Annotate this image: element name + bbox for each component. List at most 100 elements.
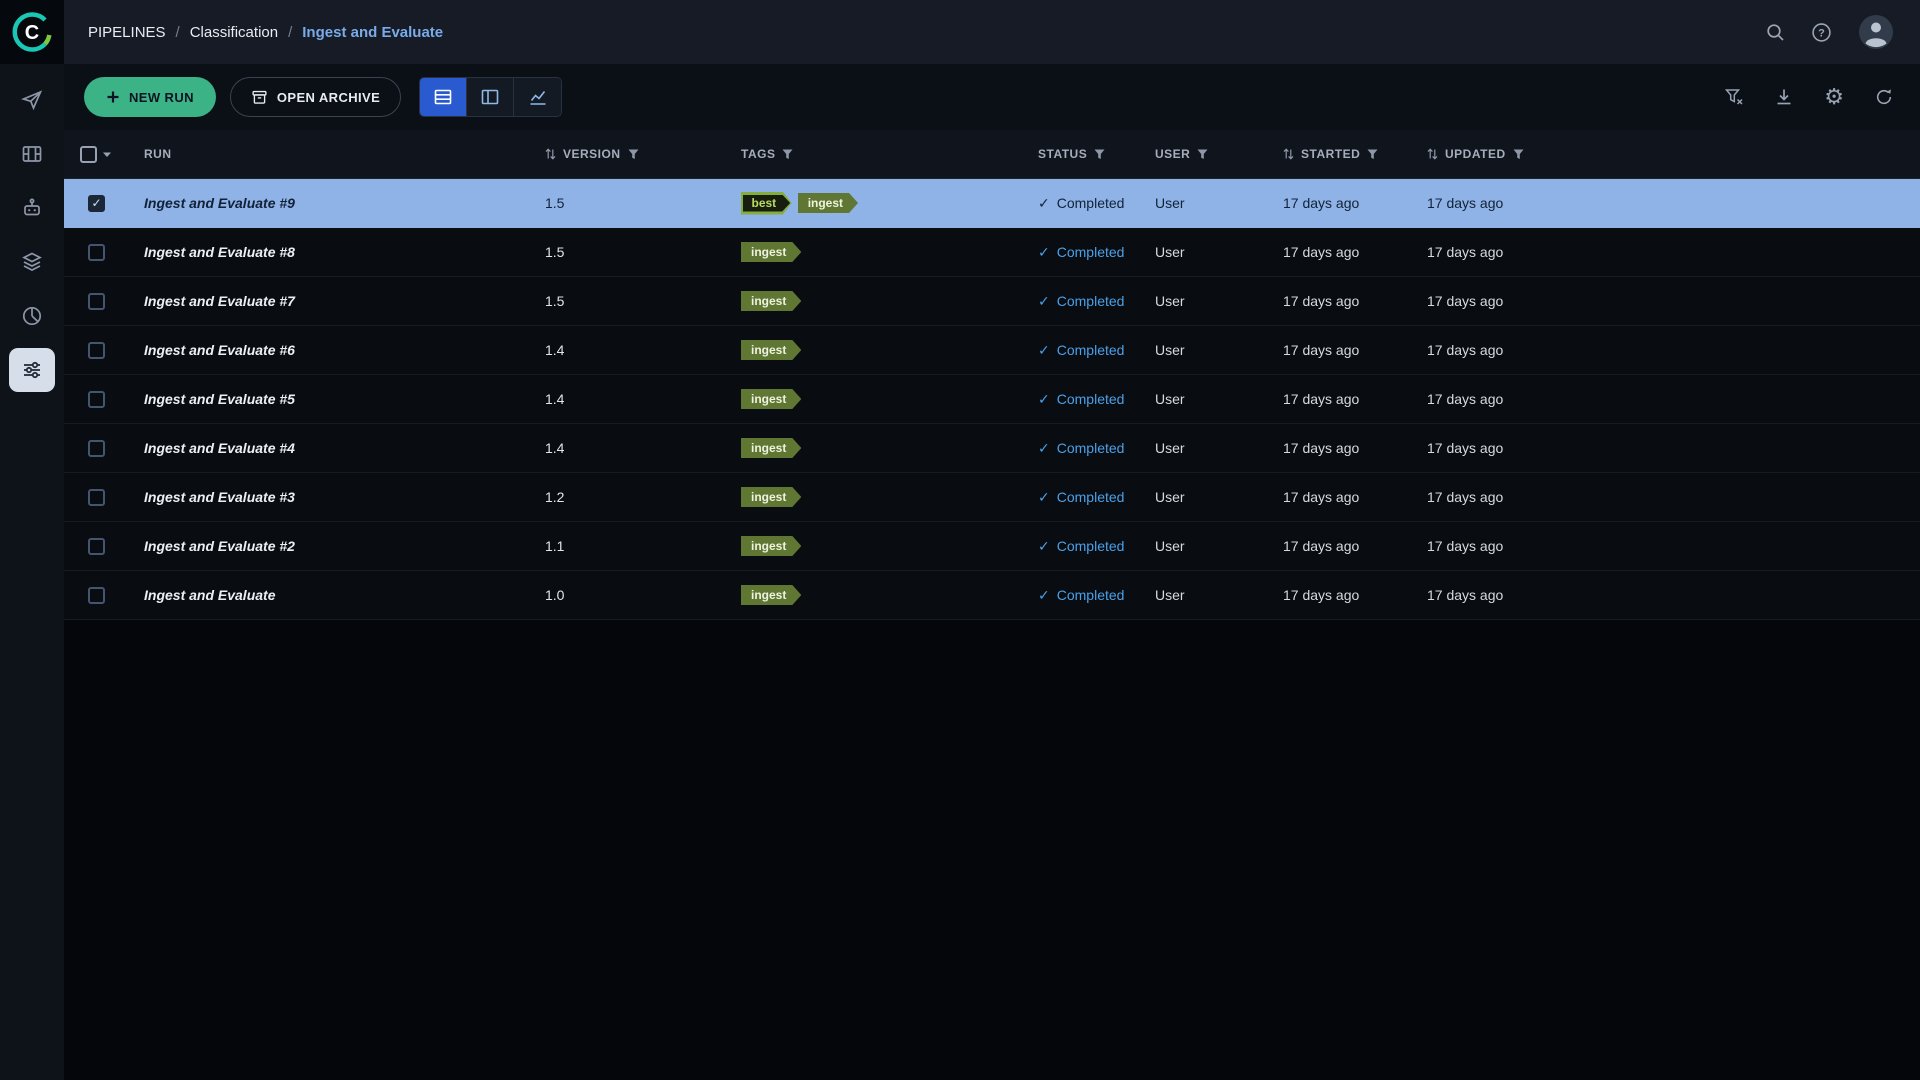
column-header-started[interactable]: STARTED (1283, 147, 1427, 161)
sidebar-item-reports[interactable] (9, 294, 55, 338)
clear-filters-button[interactable] (1724, 87, 1744, 107)
toolbar: NEW RUN OPEN ARCHIVE (64, 64, 1920, 130)
run-name-link[interactable]: Ingest and Evaluate (144, 587, 275, 603)
run-name-cell: Ingest and Evaluate (128, 587, 545, 603)
filter-icon[interactable] (782, 149, 793, 160)
tag-ingest: ingest (798, 193, 858, 213)
breadcrumb-pipelines[interactable]: PIPELINES (88, 24, 166, 41)
tag-ingest: ingest (741, 438, 801, 458)
tag-ingest: ingest (741, 242, 801, 262)
run-name-link[interactable]: Ingest and Evaluate #2 (144, 538, 295, 554)
new-run-button[interactable]: NEW RUN (84, 77, 216, 117)
run-name-link[interactable]: Ingest and Evaluate #3 (144, 489, 295, 505)
search-button[interactable] (1765, 22, 1785, 42)
row-checkbox[interactable] (88, 293, 105, 310)
row-checkbox[interactable] (88, 391, 105, 408)
checkbox-menu-caret-icon[interactable] (102, 151, 112, 158)
sidebar-item-datasets[interactable] (9, 132, 55, 176)
tag-best: best (741, 192, 792, 215)
filter-icon[interactable] (1367, 149, 1378, 160)
workers-icon (20, 196, 44, 220)
plus-icon (106, 90, 120, 104)
breadcrumb-project[interactable]: Classification (190, 24, 278, 41)
detail-view-button[interactable] (467, 78, 514, 116)
run-user: User (1155, 489, 1283, 505)
table-row[interactable]: Ingest and Evaluate #3 1.2 ingest ✓ Comp… (64, 473, 1920, 522)
tag-ingest: ingest (741, 340, 801, 360)
row-checkbox[interactable] (88, 195, 105, 212)
run-name-link[interactable]: Ingest and Evaluate #6 (144, 342, 295, 358)
row-checkbox-cell (64, 195, 128, 212)
sidebar-item-models[interactable] (9, 240, 55, 284)
filter-icon[interactable] (1197, 149, 1208, 160)
column-header-updated[interactable]: UPDATED (1427, 147, 1920, 161)
settings-button[interactable]: ⚙ (1824, 86, 1844, 108)
run-user: User (1155, 391, 1283, 407)
sidebar-item-pipelines[interactable] (9, 348, 55, 392)
run-started: 17 days ago (1283, 440, 1427, 456)
filter-icon[interactable] (1513, 149, 1524, 160)
run-name-link[interactable]: Ingest and Evaluate #7 (144, 293, 295, 309)
status-text: Completed (1057, 391, 1125, 407)
download-button[interactable] (1774, 87, 1794, 107)
select-all-checkbox[interactable] (80, 146, 97, 163)
toolbar-right-actions: ⚙ (1724, 86, 1894, 108)
status-text: Completed (1057, 587, 1125, 603)
column-label: USER (1155, 147, 1190, 161)
row-checkbox[interactable] (88, 587, 105, 604)
status-check-icon: ✓ (1038, 538, 1050, 555)
table-row[interactable]: Ingest and Evaluate #5 1.4 ingest ✓ Comp… (64, 375, 1920, 424)
table-row[interactable]: Ingest and Evaluate #8 1.5 ingest ✓ Comp… (64, 228, 1920, 277)
status-check-icon: ✓ (1038, 391, 1050, 408)
run-updated: 17 days ago (1427, 440, 1920, 456)
table-row[interactable]: Ingest and Evaluate #6 1.4 ingest ✓ Comp… (64, 326, 1920, 375)
column-header-run[interactable]: RUN (128, 147, 545, 161)
table-row[interactable]: Ingest and Evaluate 1.0 ingest ✓ Complet… (64, 571, 1920, 620)
sidebar-item-projects[interactable] (9, 78, 55, 122)
run-name-link[interactable]: Ingest and Evaluate #8 (144, 244, 295, 260)
table-header-checkbox-cell (64, 146, 128, 163)
clearml-logo[interactable]: C (0, 0, 64, 64)
row-checkbox[interactable] (88, 440, 105, 457)
sidebar-item-workers[interactable] (9, 186, 55, 230)
svg-text:C: C (25, 22, 39, 44)
row-checkbox-cell (64, 244, 128, 261)
run-user: User (1155, 244, 1283, 260)
column-header-status[interactable]: STATUS (1038, 147, 1155, 161)
filter-icon[interactable] (628, 149, 639, 160)
open-archive-button[interactable]: OPEN ARCHIVE (230, 77, 401, 117)
help-button[interactable]: ? (1811, 22, 1832, 43)
run-name-link[interactable]: Ingest and Evaluate #4 (144, 440, 295, 456)
run-name-cell: Ingest and Evaluate #4 (128, 440, 545, 456)
row-checkbox[interactable] (88, 489, 105, 506)
table-row[interactable]: Ingest and Evaluate #2 1.1 ingest ✓ Comp… (64, 522, 1920, 571)
row-checkbox-cell (64, 489, 128, 506)
datasets-icon (20, 142, 44, 166)
run-tags: ingest (741, 242, 1038, 262)
status-check-icon: ✓ (1038, 244, 1050, 261)
archive-icon (251, 89, 268, 106)
table-view-icon (433, 87, 453, 107)
table-row[interactable]: Ingest and Evaluate #7 1.5 ingest ✓ Comp… (64, 277, 1920, 326)
run-updated: 17 days ago (1427, 489, 1920, 505)
run-started: 17 days ago (1283, 538, 1427, 554)
run-user: User (1155, 342, 1283, 358)
run-name-link[interactable]: Ingest and Evaluate #9 (144, 195, 295, 211)
run-name-link[interactable]: Ingest and Evaluate #5 (144, 391, 295, 407)
column-header-user[interactable]: USER (1155, 147, 1283, 161)
column-header-tags[interactable]: TAGS (741, 147, 1038, 161)
column-header-version[interactable]: VERSION (545, 147, 741, 161)
table-view-button[interactable] (420, 78, 467, 116)
table-row[interactable]: Ingest and Evaluate #9 1.5 bestingest ✓ … (64, 179, 1920, 228)
metrics-view-button[interactable] (514, 78, 561, 116)
sort-icon (1283, 148, 1294, 160)
row-checkbox[interactable] (88, 342, 105, 359)
filter-icon[interactable] (1094, 149, 1105, 160)
run-status: ✓ Completed (1038, 342, 1155, 359)
run-name-cell: Ingest and Evaluate #8 (128, 244, 545, 260)
row-checkbox[interactable] (88, 538, 105, 555)
auto-refresh-button[interactable] (1874, 87, 1894, 107)
row-checkbox[interactable] (88, 244, 105, 261)
user-avatar[interactable] (1858, 14, 1894, 50)
table-row[interactable]: Ingest and Evaluate #4 1.4 ingest ✓ Comp… (64, 424, 1920, 473)
